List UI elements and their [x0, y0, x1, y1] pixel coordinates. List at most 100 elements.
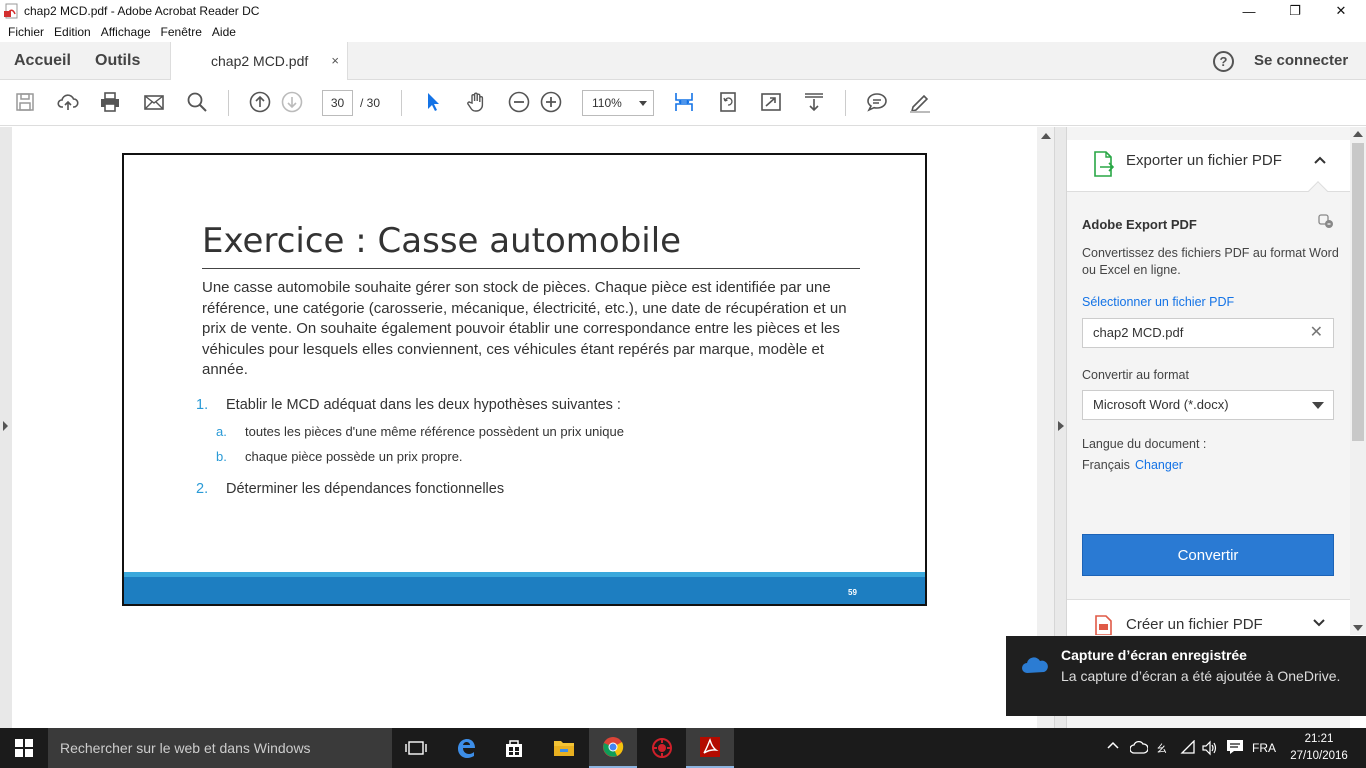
chevron-down-icon[interactable] [1312, 616, 1326, 631]
account-services-icon[interactable] [1318, 213, 1334, 234]
scroll-down-icon[interactable] [1353, 625, 1363, 631]
search-placeholder: Rechercher sur le web et dans Windows [60, 740, 311, 756]
sublist-number: b. [216, 449, 227, 464]
language-indicator[interactable]: FRA [1252, 741, 1276, 755]
slide-page-number: 59 [848, 588, 857, 597]
previous-page-icon[interactable] [248, 90, 272, 114]
menu-fenetre[interactable]: Fenêtre [161, 25, 202, 39]
antivirus-icon[interactable] [638, 728, 686, 768]
close-tab-icon[interactable]: × [331, 42, 339, 80]
email-icon[interactable] [142, 90, 166, 114]
scroll-up-icon[interactable] [1353, 131, 1363, 137]
export-pdf-header[interactable]: Exporter un fichier PDF [1067, 140, 1350, 192]
save-icon[interactable] [13, 90, 37, 114]
print-icon[interactable] [98, 90, 122, 114]
toast-body: La capture d’écran a été ajoutée à OneDr… [1061, 668, 1341, 684]
expand-left-icon[interactable] [3, 421, 8, 431]
scroll-thumb[interactable] [1352, 143, 1364, 441]
windows-logo-icon [15, 739, 33, 757]
fit-page-icon[interactable] [672, 90, 696, 114]
wifi-icon[interactable] [1180, 739, 1196, 759]
list-number: 1. [196, 397, 209, 413]
fullscreen-icon[interactable] [759, 90, 783, 114]
acrobat-taskbar-icon[interactable] [686, 728, 734, 768]
format-value: Microsoft Word (*.docx) [1093, 397, 1229, 412]
tab-outils[interactable]: Outils [95, 42, 140, 80]
selected-file-name: chap2 MCD.pdf [1093, 325, 1184, 340]
select-file-link[interactable]: Sélectionner un fichier PDF [1082, 295, 1234, 309]
zoom-in-icon[interactable] [539, 90, 563, 114]
menu-affichage[interactable]: Affichage [101, 25, 151, 39]
scroll-strip [1037, 716, 1054, 728]
start-button[interactable] [0, 728, 48, 768]
close-window-button[interactable]: ✕ [1318, 0, 1364, 22]
onedrive-toast[interactable]: Capture d’écran enregistrée La capture d… [1006, 636, 1366, 716]
zoom-out-icon[interactable] [507, 90, 531, 114]
export-pdf-icon [1093, 151, 1115, 182]
network-sync-icon[interactable] [1129, 740, 1149, 759]
selected-file-field[interactable]: chap2 MCD.pdf ✕ [1082, 318, 1334, 348]
window-title: chap2 MCD.pdf - Adobe Acrobat Reader DC [24, 4, 260, 18]
volume-icon[interactable] [1201, 740, 1217, 759]
menu-fichier[interactable]: Fichier [8, 25, 44, 39]
slide-title: Exercice : Casse automobile [202, 221, 682, 261]
chrome-icon[interactable] [589, 728, 637, 768]
signin-link[interactable]: Se connecter [1254, 42, 1348, 80]
file-explorer-icon[interactable] [540, 728, 588, 768]
chevron-up-icon[interactable] [1313, 152, 1327, 168]
change-language-link[interactable]: Changer [1135, 458, 1183, 472]
title-underline [202, 268, 860, 269]
minimize-button[interactable]: — [1226, 0, 1272, 22]
acrobat-app-icon [4, 3, 20, 19]
footer-band-dark [124, 577, 925, 604]
slide-paragraph: Une casse automobile souhaite gérer son … [202, 279, 847, 378]
sublist-item: toutes les pièces d'une même référence p… [245, 424, 624, 439]
toast-title: Capture d’écran enregistrée [1061, 647, 1247, 663]
next-page-icon[interactable] [280, 90, 304, 114]
highlight-pen-icon[interactable] [908, 90, 932, 114]
action-center-message-icon[interactable] [1226, 739, 1244, 758]
maximize-button[interactable]: ❐ [1272, 0, 1318, 22]
create-pdf-header[interactable]: Créer un fichier PDF [1067, 599, 1350, 636]
help-icon[interactable]: ? [1213, 51, 1234, 72]
collapse-right-icon[interactable] [1058, 421, 1064, 431]
page-total: / 30 [360, 96, 381, 110]
comment-icon[interactable] [865, 90, 889, 114]
svg-text:ㄠ: ㄠ [1156, 742, 1167, 755]
convert-format-label: Convertir au format [1082, 368, 1189, 382]
convert-button[interactable]: Convertir [1082, 534, 1334, 576]
zoom-select[interactable]: 110% [582, 90, 654, 116]
menu-aide[interactable]: Aide [212, 25, 236, 39]
select-cursor-icon[interactable] [421, 90, 445, 114]
cloud-upload-icon[interactable] [56, 90, 80, 114]
chevron-down-icon [639, 101, 647, 106]
document-tab-label: chap2 MCD.pdf [211, 53, 309, 69]
edge-browser-icon[interactable] [442, 728, 490, 768]
clock-time: 21:21 [1304, 733, 1334, 745]
tab-accueil[interactable]: Accueil [14, 42, 71, 80]
rotate-page-icon[interactable] [716, 90, 740, 114]
scroll-mode-icon[interactable] [802, 90, 826, 114]
document-tab[interactable]: chap2 MCD.pdf × [170, 42, 348, 81]
clear-icon[interactable]: ✕ [1310, 319, 1323, 347]
service-title: Adobe Export PDF [1082, 217, 1197, 232]
store-icon[interactable] [490, 728, 538, 768]
show-hidden-icons[interactable] [1107, 739, 1119, 753]
scroll-up-icon[interactable] [1041, 133, 1051, 139]
hand-tool-icon[interactable] [464, 90, 488, 114]
tools-pane-scrollbar[interactable] [1350, 127, 1366, 635]
task-view-icon[interactable] [392, 728, 440, 768]
system-clock[interactable]: 21:21 27/10/2016 [1290, 731, 1348, 765]
keyboard-input-icon[interactable]: ㄠ [1155, 740, 1171, 759]
menu-edition[interactable]: Edition [54, 25, 91, 39]
search-icon[interactable] [185, 90, 209, 114]
taskbar-search[interactable]: Rechercher sur le web et dans Windows [48, 728, 392, 768]
sublist-number: a. [216, 424, 227, 439]
list-item: Etablir le MCD adéquat dans les deux hyp… [226, 397, 621, 413]
page-number-input[interactable]: 30 [322, 90, 353, 116]
toolbar-divider [228, 90, 229, 116]
chevron-down-icon [1312, 402, 1324, 409]
format-select[interactable]: Microsoft Word (*.docx) [1082, 390, 1334, 420]
pdf-page: Exercice : Casse automobile Une casse au… [122, 153, 927, 606]
clock-date: 27/10/2016 [1290, 750, 1348, 762]
